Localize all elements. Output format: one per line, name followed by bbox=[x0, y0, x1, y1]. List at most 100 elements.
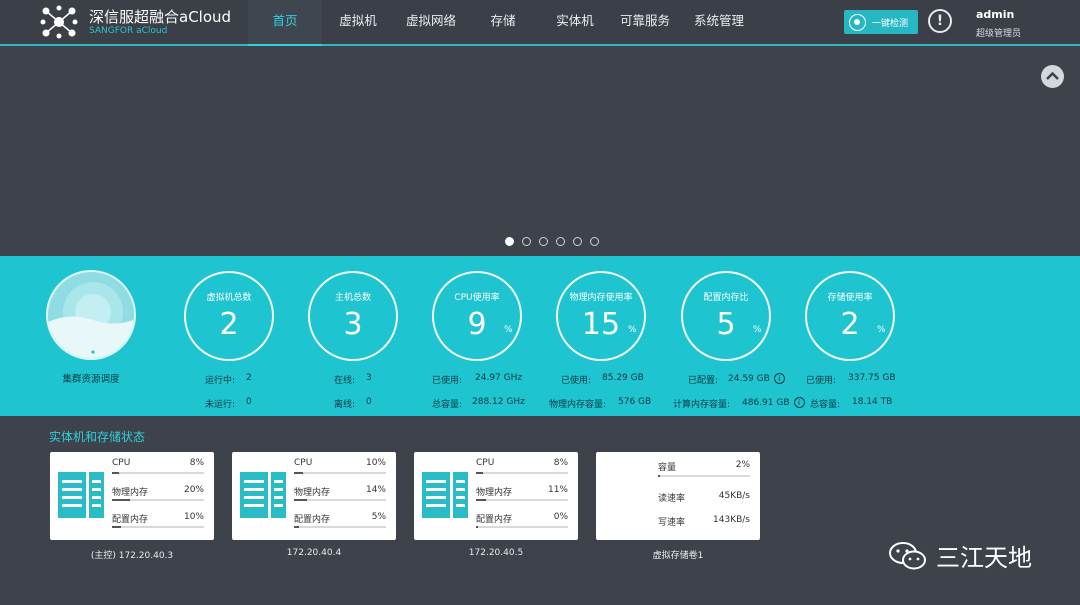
alert-icon[interactable]: ! bbox=[928, 9, 952, 33]
stat-label: 已配置: bbox=[688, 376, 719, 386]
stat-value-text: 486.91 GB bbox=[742, 398, 790, 408]
stat-value: 2 bbox=[246, 373, 252, 383]
ring-title: 存储使用率 bbox=[827, 293, 873, 303]
host-metric-bar bbox=[112, 499, 204, 501]
host-metric-bar bbox=[476, 499, 568, 501]
stat-label: 在线: bbox=[334, 376, 356, 386]
carousel-dot[interactable] bbox=[556, 237, 565, 246]
stat-value: 576 GB bbox=[618, 397, 652, 407]
cpu-usage-ring[interactable]: CPU使用率 9 % bbox=[432, 271, 522, 361]
stat-label: 已使用: bbox=[806, 376, 837, 386]
cluster-scheduling-icon[interactable] bbox=[46, 270, 136, 360]
host-total-ring[interactable]: 主机总数 3 bbox=[308, 271, 398, 361]
stat-value: 337.75 GB bbox=[848, 373, 896, 383]
ring-unit: % bbox=[628, 325, 637, 335]
host-metric-value: 10% bbox=[183, 512, 204, 522]
host-metric-value: 11% bbox=[547, 485, 568, 495]
host-metric-bar bbox=[294, 526, 386, 528]
config-memory-ring[interactable]: 配置内存比 5 % bbox=[681, 271, 771, 361]
server-icon bbox=[240, 472, 286, 518]
host-metric-label: CPU bbox=[294, 458, 313, 468]
host-metric-label: 物理内存 bbox=[112, 488, 149, 498]
host-card[interactable]: CPU 8% 物理内存 20% 配置内存 10% bbox=[50, 452, 214, 540]
brand-subtitle: SANGFOR aCloud bbox=[89, 26, 168, 36]
stat-value: 24.59 GB i bbox=[728, 373, 785, 384]
stat-label: 离线: bbox=[334, 400, 356, 410]
main-nav: 首页 虚拟机 虚拟网络 存储 实体机 可靠服务 系统管理 bbox=[248, 0, 760, 46]
host-metric-bar bbox=[294, 499, 386, 501]
nav-virtual-network[interactable]: 虚拟网络 bbox=[394, 0, 468, 46]
stat-value: 3 bbox=[366, 373, 372, 383]
stat-label: 物理内存容量: bbox=[549, 400, 607, 410]
host-metric-label: 配置内存 bbox=[294, 515, 331, 525]
carousel-dot[interactable] bbox=[539, 237, 548, 246]
carousel-dot[interactable] bbox=[573, 237, 582, 246]
host-metric-label: CPU bbox=[112, 458, 131, 468]
host-metric-bar bbox=[294, 472, 386, 474]
storage-read-value: 45KB/s bbox=[718, 491, 750, 501]
nav-system-admin[interactable]: 系统管理 bbox=[678, 0, 760, 46]
stat-label: 未运行: bbox=[205, 400, 236, 410]
ring-title: CPU使用率 bbox=[454, 293, 500, 303]
ring-title: 配置内存比 bbox=[703, 293, 749, 303]
ring-title: 主机总数 bbox=[334, 293, 371, 303]
top-bar: 深信服超融合aCloud SANGFOR aCloud 首页 虚拟机 虚拟网络 … bbox=[0, 0, 1080, 46]
host-metric-value: 20% bbox=[183, 485, 204, 495]
storage-caption: 虚拟存储卷1 bbox=[652, 551, 704, 561]
memory-usage-ring[interactable]: 物理内存使用率 15 % bbox=[556, 271, 646, 361]
nav-storage[interactable]: 存储 bbox=[468, 0, 538, 46]
server-icon bbox=[422, 472, 468, 518]
info-icon[interactable]: i bbox=[773, 373, 785, 384]
host-caption: 172.20.40.4 bbox=[286, 548, 342, 558]
stat-value: 18.14 TB bbox=[852, 397, 893, 407]
stat-label: 总容量: bbox=[810, 400, 841, 410]
carousel-dot[interactable] bbox=[505, 237, 514, 246]
host-card[interactable]: CPU 8% 物理内存 11% 配置内存 0% bbox=[414, 452, 578, 540]
storage-write-label: 写速率 bbox=[658, 518, 686, 528]
server-icon bbox=[58, 472, 104, 518]
user-name[interactable]: admin bbox=[976, 8, 1014, 21]
check-button-label: 一键检测 bbox=[872, 18, 909, 29]
carousel-dots bbox=[505, 237, 599, 246]
host-metric-bar bbox=[112, 472, 204, 474]
watermark-text: 三江天地 bbox=[936, 544, 1032, 572]
host-metric-bar bbox=[476, 526, 568, 528]
host-metric-value: 5% bbox=[371, 512, 386, 522]
stat-value: 0 bbox=[366, 397, 372, 407]
stat-value: 24.97 GHz bbox=[475, 373, 523, 383]
host-caption: (主控) 172.20.40.3 bbox=[90, 551, 174, 561]
storage-capacity-value: 2% bbox=[735, 460, 750, 470]
stat-value: 0 bbox=[246, 397, 252, 407]
nav-home[interactable]: 首页 bbox=[248, 0, 322, 46]
watermark: 三江天地 bbox=[888, 538, 1032, 573]
storage-card[interactable]: 容量 2% 读速率 45KB/s 写速率 143KB/s bbox=[596, 452, 760, 540]
host-metric-value: 0% bbox=[553, 512, 568, 522]
vm-total-ring[interactable]: 虚拟机总数 2 bbox=[184, 271, 274, 361]
nav-physical-host[interactable]: 实体机 bbox=[538, 0, 612, 46]
ring-title: 虚拟机总数 bbox=[206, 293, 252, 303]
stat-label: 已使用: bbox=[561, 376, 592, 386]
carousel-dot[interactable] bbox=[590, 237, 599, 246]
nav-reliability[interactable]: 可靠服务 bbox=[612, 0, 678, 46]
host-card[interactable]: CPU 10% 物理内存 14% 配置内存 5% bbox=[232, 452, 396, 540]
stat-value: 288.12 GHz bbox=[472, 397, 525, 407]
host-metric-bar bbox=[112, 526, 204, 528]
collapse-up-icon[interactable] bbox=[1041, 65, 1064, 88]
ring-value: 2 bbox=[219, 307, 239, 342]
info-icon[interactable]: i bbox=[793, 397, 805, 408]
ring-unit: % bbox=[877, 325, 886, 335]
nav-vm[interactable]: 虚拟机 bbox=[322, 0, 394, 46]
check-icon bbox=[849, 13, 866, 31]
storage-usage-ring[interactable]: 存储使用率 2 % bbox=[805, 271, 895, 361]
host-metric-bar bbox=[476, 472, 568, 474]
carousel-dot[interactable] bbox=[522, 237, 531, 246]
stat-label: 运行中: bbox=[205, 376, 236, 386]
brand-title: 深信服超融合aCloud bbox=[89, 8, 232, 26]
one-click-check-button[interactable]: 一键检测 bbox=[844, 10, 918, 34]
stat-label: 已使用: bbox=[432, 376, 463, 386]
storage-write-value: 143KB/s bbox=[713, 515, 750, 525]
sangfor-logo-icon bbox=[40, 5, 78, 39]
ring-unit: % bbox=[504, 325, 513, 335]
host-metric-value: 10% bbox=[365, 458, 386, 468]
stat-value: 486.91 GB i bbox=[742, 397, 805, 408]
